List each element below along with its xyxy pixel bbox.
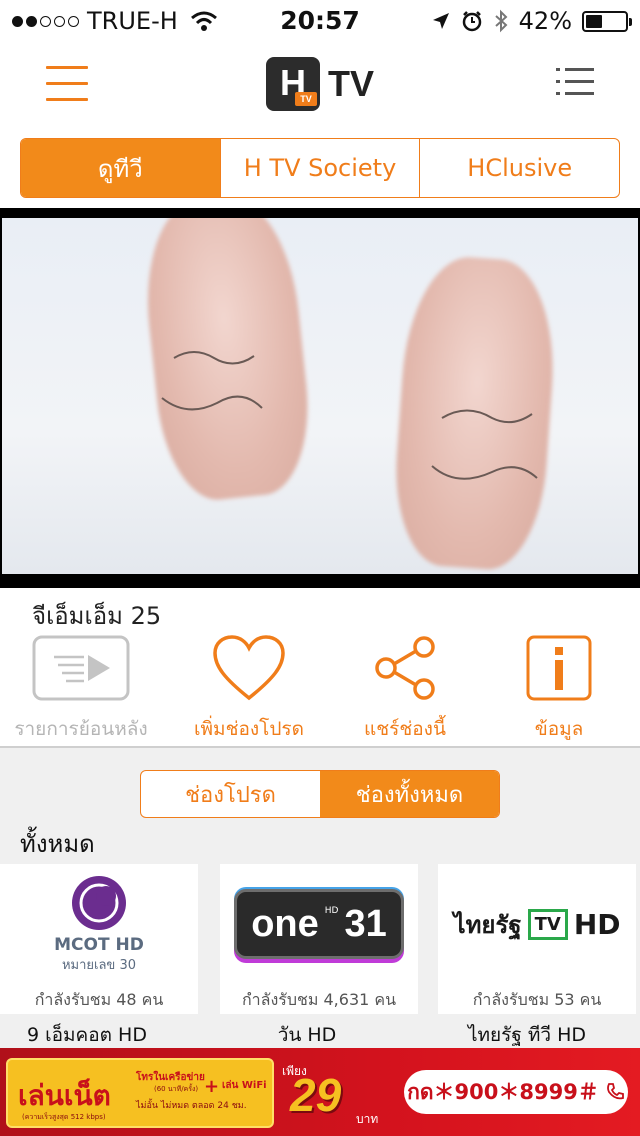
promo-call-text: โทรในเครือข่าย (136, 1072, 205, 1083)
share-channel-label: แชร์ช่องนี้ (364, 718, 446, 740)
logo-mark: H TV (266, 57, 320, 111)
video-frame[interactable] (2, 218, 638, 574)
channel-card[interactable]: one HD 31 กำลังรับชม 4,631 คน (220, 864, 418, 1014)
tab-favorite-channels[interactable]: ช่องโปรด (141, 771, 320, 817)
channel-list-button[interactable] (556, 68, 594, 102)
promo-plus: + (204, 1076, 220, 1097)
app-header: H TV TV (0, 40, 640, 130)
playback-button[interactable]: รายการย้อนหลัง (6, 632, 156, 744)
playback-icon (32, 635, 130, 701)
channel-logo: one HD 31 (220, 864, 418, 984)
mcot-logo-icon (71, 875, 126, 930)
price-currency: บาท (356, 1112, 379, 1126)
thairath-logo-tv: TV (527, 908, 568, 940)
mcot-logo-number: หมายเลข 30 (61, 957, 136, 973)
menu-button[interactable] (46, 66, 88, 104)
thairath-logo-hd: HD (573, 907, 621, 941)
dial-code: กด＊900＊8999＃ (407, 1079, 599, 1104)
promo-speed: (ความเร็วสูงสุด 512 kbps) (22, 1113, 106, 1121)
info-button[interactable]: ข้อมูล (484, 632, 634, 744)
tab-watch-tv[interactable]: ดูทีวี (21, 139, 221, 197)
info-icon (526, 635, 592, 701)
viewer-count: กำลังรับชม 4,631 คน (241, 990, 397, 1009)
status-bar: TRUE-H 20:57 42% (0, 0, 640, 40)
channel-card[interactable]: MCOT HD หมายเลข 30 กำลังรับชม 48 คน (0, 864, 198, 1014)
share-icon (375, 636, 435, 700)
top-tabs: ดูทีวี H TV Society HClusive (20, 138, 620, 198)
video-content-image (161, 351, 538, 480)
channel-browser: ช่องโปรด ช่องทั้งหมด ทั้งหมด MCOT HD หมา… (0, 746, 640, 1048)
channel-tabs: ช่องโปรด ช่องทั้งหมด (140, 770, 500, 818)
add-favorite-button[interactable]: เพิ่มช่องโปรด (174, 632, 324, 744)
section-heading: ทั้งหมด (20, 830, 95, 858)
battery-icon (582, 10, 632, 32)
thairath-logo-text: ไทยรัฐ (453, 910, 522, 939)
promo-banner[interactable]: เล่นเน็ต โทรในเครือข่าย (60 นาที/ครั้ง) … (0, 1048, 640, 1136)
action-row: รายการย้อนหลัง เพิ่มช่องโปรด แชร์ช่องนี้ (0, 632, 640, 742)
one-logo-text: one (251, 902, 319, 945)
tab-htv-society[interactable]: H TV Society (221, 139, 421, 197)
video-player[interactable] (0, 208, 640, 588)
app-logo: H TV TV (266, 57, 374, 111)
channel-name: ไทยรัฐ ทีวี HD (467, 1024, 587, 1046)
mcot-logo-text: MCOT HD (54, 934, 144, 955)
promo-unlimited: ไม่อั้น ไม่หมด ตลอด 24 ชม. (136, 1101, 247, 1111)
status-right: 42% (431, 7, 632, 35)
viewer-count: กำลังรับชม 53 คน (472, 990, 602, 1009)
promo-call-sub: (60 นาที/ครั้ง) (154, 1085, 199, 1093)
add-favorite-label: เพิ่มช่องโปรด (194, 718, 304, 740)
promo-panel: เล่นเน็ต โทรในเครือข่าย (60 นาที/ครั้ง) … (6, 1058, 274, 1128)
heart-icon (213, 635, 285, 701)
info-label: ข้อมูล (534, 718, 584, 740)
channel-card[interactable]: ไทยรัฐ TV HD กำลังรับชม 53 คน (438, 864, 636, 1014)
battery-percent: 42% (518, 7, 572, 35)
channel-name: 9 เอ็มคอต HD (27, 1024, 147, 1046)
alarm-icon (462, 11, 481, 32)
channel-name: วัน HD (277, 1024, 337, 1046)
channel-logo: MCOT HD หมายเลข 30 (0, 864, 198, 984)
playback-label: รายการย้อนหลัง (14, 718, 148, 740)
share-channel-button[interactable]: แชร์ช่องนี้ (330, 632, 480, 744)
tab-hclusive[interactable]: HClusive (420, 139, 619, 197)
logo-badge: TV (295, 92, 317, 106)
bluetooth-icon (494, 9, 508, 33)
promo-wifi: เล่น WiFi (222, 1080, 267, 1091)
phone-icon (606, 1083, 624, 1100)
location-icon (432, 13, 449, 29)
one-logo-hd: HD (324, 906, 339, 916)
viewer-count: กำลังรับชม 48 คน (34, 990, 164, 1009)
channel-logo: ไทยรัฐ TV HD (438, 864, 636, 984)
dial-code-button[interactable]: กด＊900＊8999＃ (404, 1070, 628, 1114)
promo-price: 29 (290, 1069, 342, 1121)
tab-all-channels[interactable]: ช่องทั้งหมด (320, 771, 499, 817)
current-channel-title: จีเอ็มเอ็ม 25 (32, 602, 162, 630)
one-logo-number: 31 (344, 902, 387, 945)
logo-text: TV (328, 63, 375, 104)
